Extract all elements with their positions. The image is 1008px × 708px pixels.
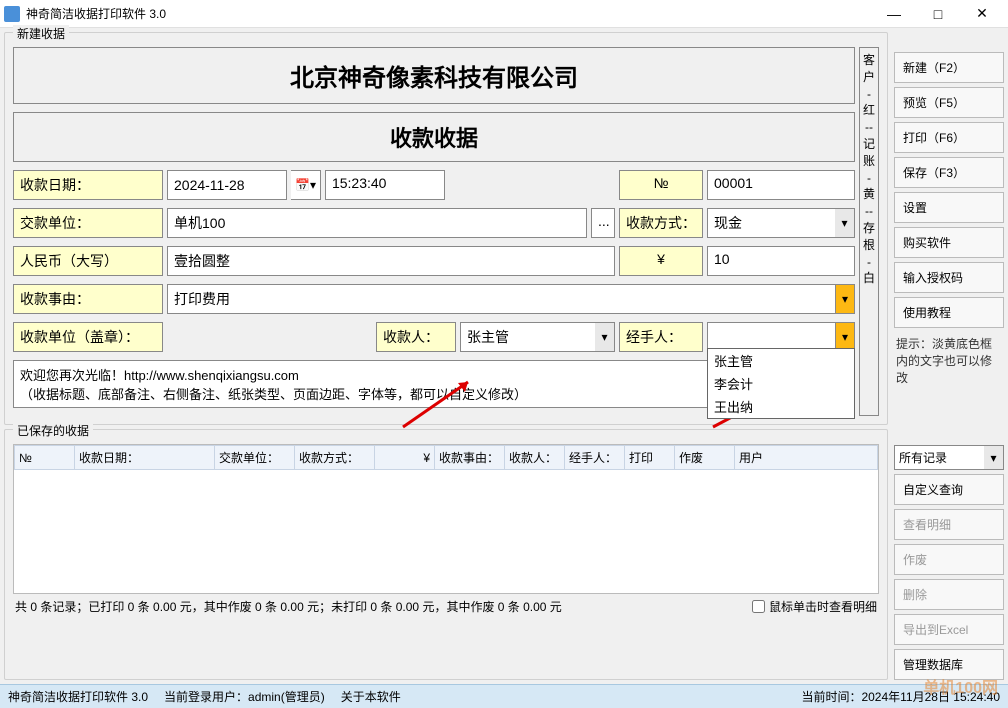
unit-seal-label[interactable]: 收款单位（盖章）： xyxy=(13,322,163,352)
print-button[interactable]: 打印（F6） xyxy=(894,122,1004,153)
payer-label[interactable]: 交款单位： xyxy=(13,208,163,238)
rmb-upper-input[interactable]: 壹拾圆整 xyxy=(167,246,615,276)
col-reason[interactable]: 收款事由： xyxy=(435,446,505,470)
titlebar: 神奇简洁收据打印软件 3.0 — □ ✕ xyxy=(0,0,1008,28)
receipt-title-field[interactable]: 收款收据 xyxy=(13,112,855,162)
pay-method-input[interactable]: 现金 xyxy=(707,208,835,238)
table-header-row: № 收款日期： 交款单位： 收款方式： ¥ 收款事由： 收款人： 经手人： 打印 xyxy=(15,446,878,470)
window-title: 神奇简洁收据打印软件 3.0 xyxy=(26,5,872,22)
col-payer[interactable]: 交款单位： xyxy=(215,446,295,470)
close-button[interactable]: ✕ xyxy=(960,1,1004,27)
payer-lookup-button[interactable]: ... xyxy=(591,208,615,238)
preview-button[interactable]: 预览（F5） xyxy=(894,87,1004,118)
col-date[interactable]: 收款日期： xyxy=(75,446,215,470)
date-input[interactable]: 2024-11-28 xyxy=(167,170,287,200)
hint-text: 提示：淡黄底色框内的文字也可以修改 xyxy=(894,332,1004,390)
reason-label[interactable]: 收款事由： xyxy=(13,284,163,314)
col-method[interactable]: 收款方式： xyxy=(295,446,375,470)
new-receipt-group: 新建收据 北京神奇像素科技有限公司 收款收据 收款日期： xyxy=(4,32,888,425)
pay-method-dropdown-icon[interactable]: ▾ xyxy=(835,208,855,238)
click-detail-checkbox[interactable]: 鼠标单击时查看明细 xyxy=(752,598,877,615)
bottombar-app: 神奇简洁收据打印软件 3.0 xyxy=(8,688,148,705)
custom-query-button[interactable]: 自定义查询 xyxy=(894,474,1004,505)
rmb-label[interactable]: 人民币（大写） xyxy=(13,246,163,276)
records-filter[interactable]: 所有记录 xyxy=(894,445,984,470)
col-user[interactable]: 用户 xyxy=(735,446,878,470)
payee-label[interactable]: 收款人： xyxy=(376,322,456,352)
col-payee[interactable]: 收款人： xyxy=(505,446,565,470)
date-label[interactable]: 收款日期： xyxy=(13,170,163,200)
pay-method-label[interactable]: 收款方式： xyxy=(619,208,703,238)
col-print[interactable]: 打印 xyxy=(625,446,675,470)
delete-button[interactable]: 删除 xyxy=(894,579,1004,610)
handler-label[interactable]: 经手人： xyxy=(619,322,703,352)
save-button[interactable]: 保存（F3） xyxy=(894,157,1004,188)
col-no[interactable]: № xyxy=(15,446,75,470)
auth-button[interactable]: 输入授权码 xyxy=(894,262,1004,293)
saved-receipt-group: 已保存的收据 № 收款日期： 交款单位： 收款方式： ¥ xyxy=(4,429,888,680)
view-detail-button[interactable]: 查看明细 xyxy=(894,509,1004,540)
tutorial-button[interactable]: 使用教程 xyxy=(894,297,1004,328)
saved-receipt-label: 已保存的收据 xyxy=(13,422,93,439)
handler-option-3[interactable]: 王出纳 xyxy=(708,395,854,418)
saved-table[interactable]: № 收款日期： 交款单位： 收款方式： ¥ 收款事由： 收款人： 经手人： 打印 xyxy=(13,444,879,594)
handler-dropdown-list: 张主管 李会计 王出纳 xyxy=(707,348,855,419)
handler-option-2[interactable]: 李会计 xyxy=(708,372,854,395)
new-receipt-label: 新建收据 xyxy=(13,25,69,42)
col-amount[interactable]: ¥ xyxy=(375,446,435,470)
minimize-button[interactable]: — xyxy=(872,1,916,27)
reason-input[interactable]: 打印费用 xyxy=(167,284,835,314)
payee-dropdown-icon[interactable]: ▾ xyxy=(595,322,615,352)
settings-button[interactable]: 设置 xyxy=(894,192,1004,223)
handler-option-1[interactable]: 张主管 xyxy=(708,349,854,372)
records-filter-dropdown-icon[interactable]: ▾ xyxy=(984,445,1004,470)
click-detail-label: 鼠标单击时查看明细 xyxy=(769,598,877,615)
export-button[interactable]: 导出到Excel xyxy=(894,614,1004,645)
manage-db-button[interactable]: 管理数据库 xyxy=(894,649,1004,680)
void-button[interactable]: 作废 xyxy=(894,544,1004,575)
col-handler[interactable]: 经手人： xyxy=(565,446,625,470)
reason-dropdown-icon[interactable]: ▾ xyxy=(835,284,855,314)
company-name-field[interactable]: 北京神奇像素科技有限公司 xyxy=(13,47,855,104)
payer-input[interactable]: 单机100 xyxy=(167,208,587,238)
bottombar-about[interactable]: 关于本软件 xyxy=(341,688,401,705)
currency-label[interactable]: ¥ xyxy=(619,246,703,276)
bottombar-user: 当前登录用户：admin(管理员) xyxy=(164,688,325,705)
bottombar-time: 当前时间：2024年11月28日 15:24:40 xyxy=(801,688,1000,705)
amount-input[interactable]: 10 xyxy=(707,246,855,276)
calendar-icon[interactable]: 📅▾ xyxy=(291,170,321,200)
no-label[interactable]: № xyxy=(619,170,703,200)
payee-input[interactable]: 张主管 xyxy=(460,322,595,352)
bottombar: 神奇简洁收据打印软件 3.0 当前登录用户：admin(管理员) 关于本软件 当… xyxy=(0,684,1008,708)
maximize-button[interactable]: □ xyxy=(916,1,960,27)
click-detail-input[interactable] xyxy=(752,600,765,613)
new-button[interactable]: 新建（F2） xyxy=(894,52,1004,83)
col-void[interactable]: 作废 xyxy=(675,446,735,470)
status-summary: 共 0 条记录；已打印 0 条 0.00 元，其中作废 0 条 0.00 元；未… xyxy=(15,598,562,615)
app-icon xyxy=(4,6,20,22)
side-note[interactable]: 客户 - 红 -- 记账 - 黄 -- 存根 - 白 xyxy=(859,47,879,416)
time-input[interactable]: 15:23:40 xyxy=(325,170,445,200)
buy-button[interactable]: 购买软件 xyxy=(894,227,1004,258)
no-input[interactable]: 00001 xyxy=(707,170,855,200)
